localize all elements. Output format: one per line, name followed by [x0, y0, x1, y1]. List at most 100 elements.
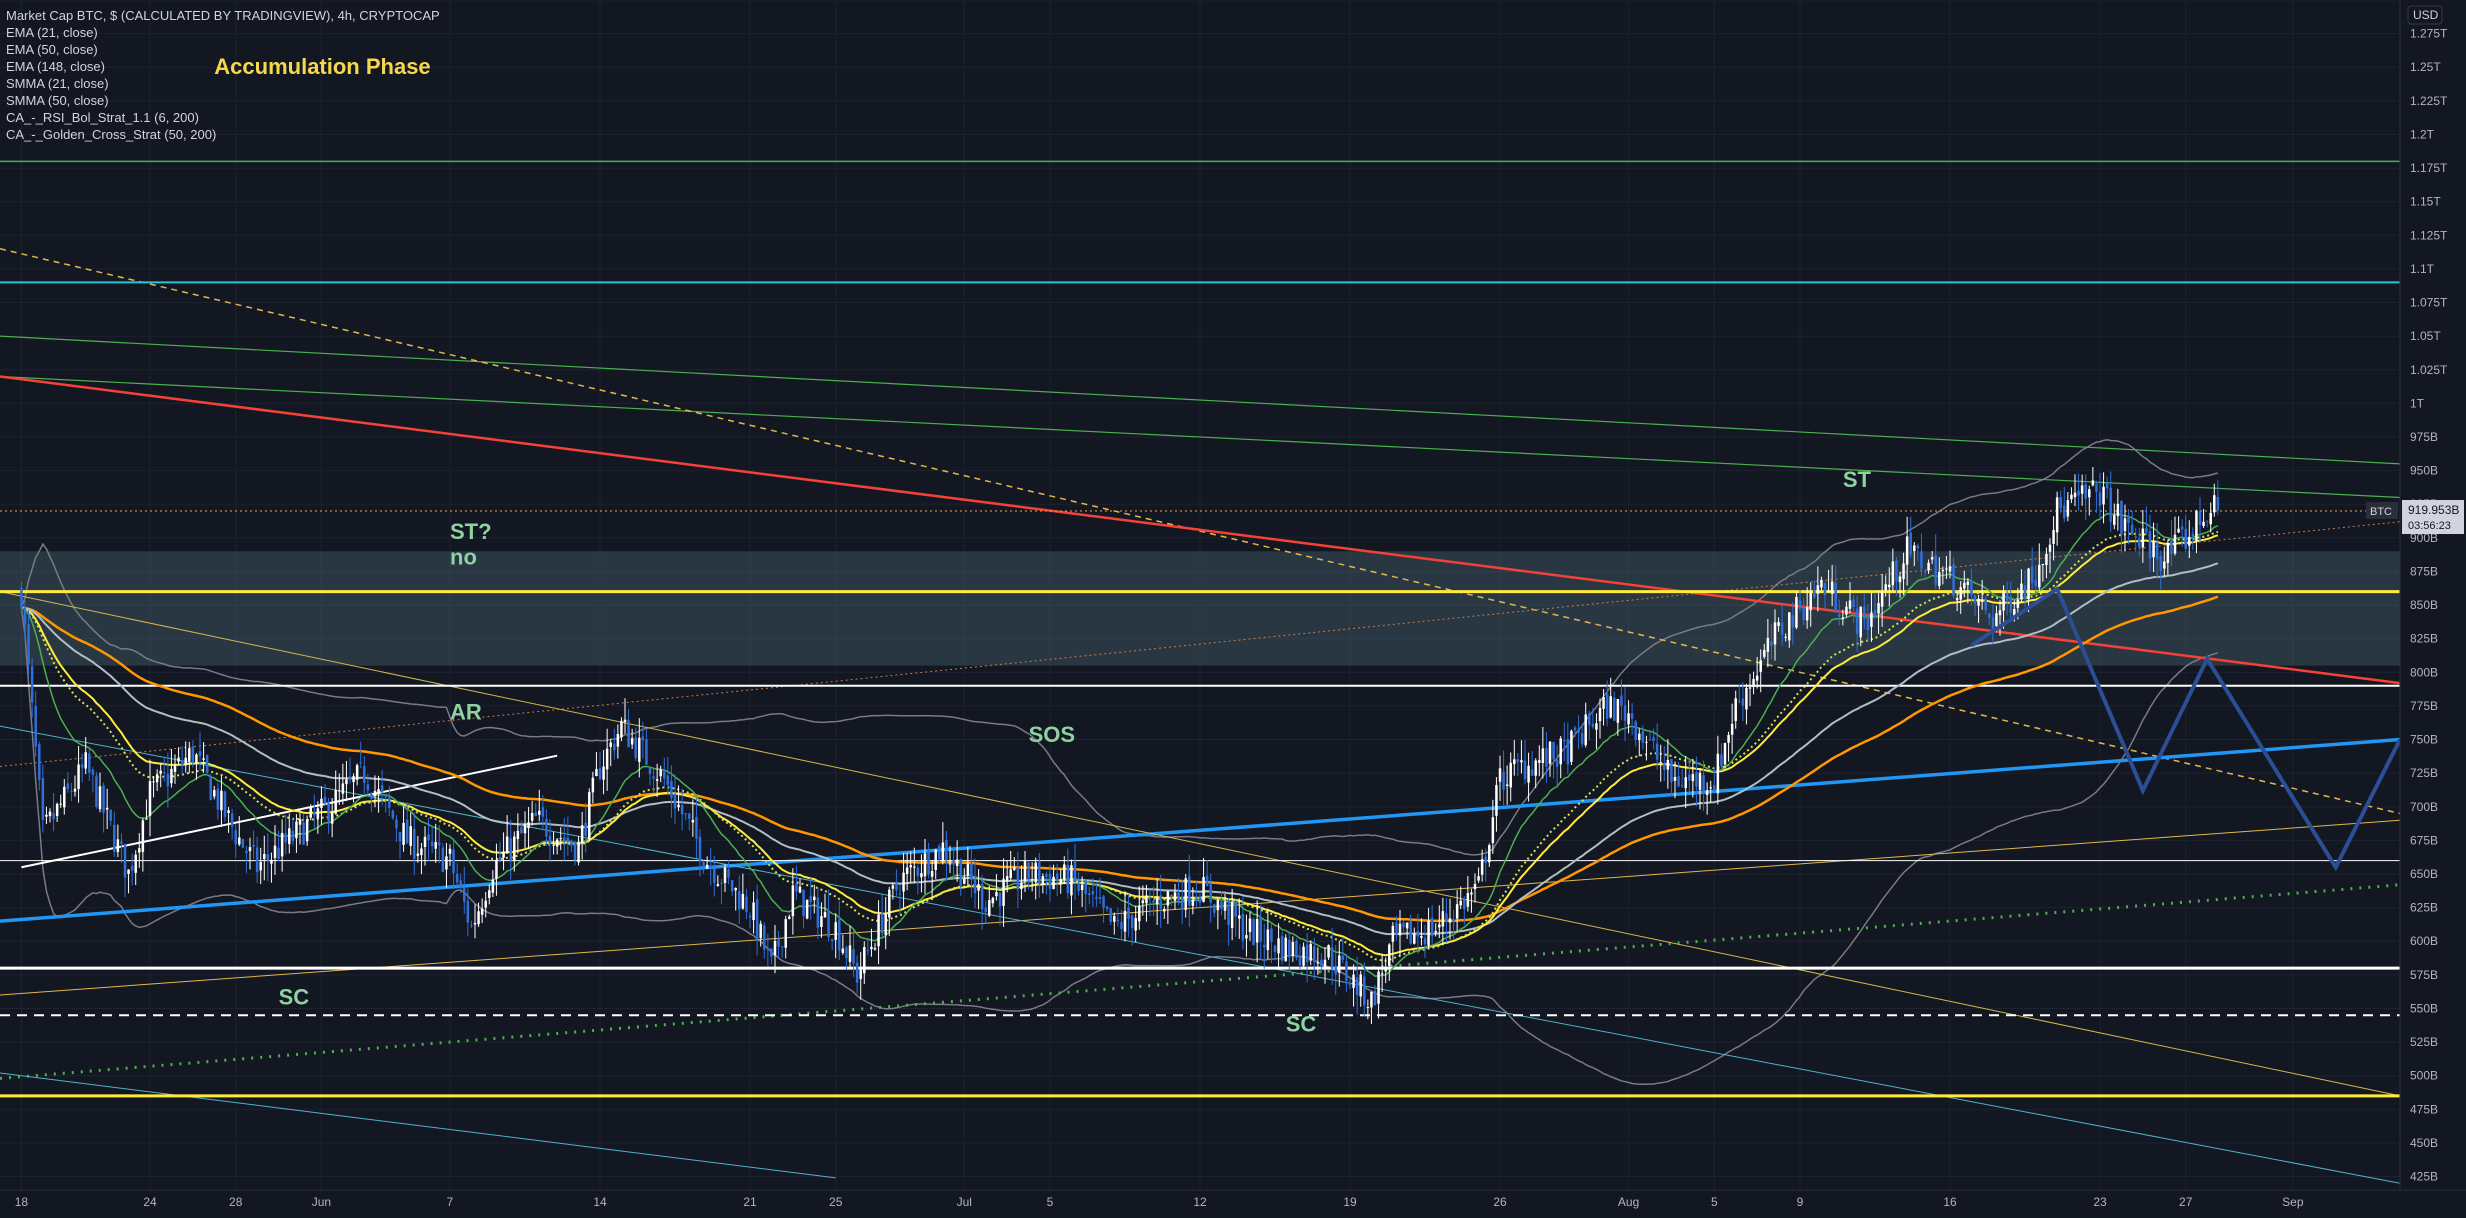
candle-body: [1470, 892, 1473, 895]
candle-body: [1641, 731, 1645, 743]
time-axis[interactable]: 18 24 28 Jun 7 14 21 25 Jul 5 12 19 26 Aug 5 9 16 23 27 Sep: [0, 1189, 2466, 1213]
chart-title[interactable]: Market Cap BTC, $ (CALCULATED BY TRADING…: [6, 7, 440, 24]
candle-body: [1173, 892, 1177, 901]
time-tick-label: 28: [229, 1195, 243, 1209]
candle-body: [1316, 962, 1320, 964]
annotation-label: SC: [1286, 1011, 1317, 1036]
candle-body: [1380, 973, 1384, 975]
candle-body: [195, 754, 198, 764]
candle-body: [1648, 739, 1652, 741]
candle-body: [266, 854, 270, 861]
candle-body: [191, 746, 195, 763]
candle-body: [1820, 579, 1823, 588]
candle-body: [1541, 748, 1545, 764]
candle-body: [1723, 742, 1727, 765]
candle-body: [1395, 922, 1398, 934]
candle-body: [2209, 512, 2212, 525]
candle-body: [177, 757, 180, 762]
candle-body: [345, 779, 348, 785]
candle-body: [627, 719, 630, 748]
indicator-ema-148[interactable]: EMA (148, close): [6, 58, 440, 75]
candle-body: [95, 775, 98, 807]
candle-body: [405, 819, 409, 844]
candle-body: [1923, 571, 1927, 573]
candle: [1795, 592, 1798, 630]
price-chart[interactable]: Accumulation PhaseST?noARSOSSTSCSC 1.275…: [0, 0, 2466, 1213]
candle-body: [638, 737, 641, 762]
candle-body: [348, 776, 352, 780]
candle-body: [791, 885, 795, 917]
candle-body: [138, 848, 141, 853]
price-tick-label: 850B: [2410, 598, 2438, 612]
candle-body: [1063, 864, 1066, 880]
candle-body: [1023, 860, 1027, 882]
chart-root[interactable]: Accumulation Phase ST? no AR SOS ST SC SC 1.275…: [0, 0, 2466, 1213]
candle-body: [1438, 924, 1441, 928]
price-tick-label: 475B: [2410, 1102, 2438, 1116]
candle-body: [1884, 584, 1887, 591]
candle-body: [1555, 760, 1559, 767]
candle-body: [173, 765, 177, 772]
candle-body: [2041, 564, 2045, 566]
candle-body: [798, 886, 802, 893]
candle-body: [1180, 896, 1184, 910]
candle-body: [1430, 917, 1434, 937]
candle-body: [691, 819, 695, 823]
candle-body: [70, 790, 73, 792]
candle-body: [1291, 941, 1295, 957]
candle-body: [2127, 515, 2130, 524]
candle-body: [1384, 968, 1387, 972]
candle-body: [245, 850, 248, 854]
price-tick-label: 450B: [2410, 1136, 2438, 1150]
candle-body: [127, 869, 130, 874]
candle-body: [1009, 869, 1012, 879]
indicator-rsi-bol-strat[interactable]: CA_-_RSI_Bol_Strat_1.1 (6, 200): [6, 109, 440, 126]
candle-body: [438, 842, 441, 846]
candle-body: [2123, 518, 2127, 532]
candle-body: [380, 785, 384, 793]
candle-body: [595, 769, 598, 777]
indicator-ema-50[interactable]: EMA (50, close): [6, 41, 440, 58]
candle-body: [470, 925, 473, 927]
indicator-ema-21[interactable]: EMA (21, close): [6, 24, 440, 41]
candle-body: [445, 856, 448, 870]
candle-body: [88, 753, 91, 773]
candle-body: [480, 908, 484, 915]
candle-body: [2038, 564, 2041, 588]
indicator-golden-cross-strat[interactable]: CA_-_Golden_Cross_Strat (50, 200): [6, 126, 440, 143]
candle-body: [184, 757, 187, 765]
time-tick-label: 27: [2179, 1195, 2193, 1209]
candle-body: [1266, 929, 1270, 950]
candle-body: [2205, 520, 2209, 522]
candle-body: [1130, 915, 1134, 929]
candle-body: [977, 884, 980, 891]
candle-body: [1748, 687, 1752, 689]
candle-body: [2116, 503, 2120, 517]
candle-body: [2134, 536, 2137, 538]
candle-body: [1480, 859, 1484, 875]
candle-body: [2198, 511, 2202, 525]
candle-body: [1441, 911, 1445, 927]
time-tick-label: 18: [15, 1195, 29, 1209]
candle-body: [1098, 897, 1102, 900]
candle-body: [1948, 566, 1952, 572]
candle-body: [788, 916, 791, 919]
candle-body: [1677, 776, 1680, 787]
candle-body: [855, 962, 859, 983]
indicator-smma-21[interactable]: SMMA (21, close): [6, 75, 440, 92]
candle-body: [2002, 591, 2005, 611]
indicator-smma-50[interactable]: SMMA (50, close): [6, 92, 440, 109]
candle-body: [205, 755, 209, 773]
symbol-tag-label: BTC: [2370, 506, 2392, 518]
candle-body: [141, 820, 145, 852]
candle-body: [1855, 608, 1859, 634]
candle-body: [2141, 528, 2145, 548]
candle-body: [1416, 931, 1420, 937]
candle-body: [541, 807, 545, 817]
candle-body: [1823, 583, 1827, 595]
candle-body: [934, 849, 937, 870]
candle-body: [2048, 544, 2052, 552]
candle-body: [1284, 937, 1287, 962]
time-tick-label: 16: [1943, 1195, 1957, 1209]
candle-body: [1148, 897, 1152, 899]
